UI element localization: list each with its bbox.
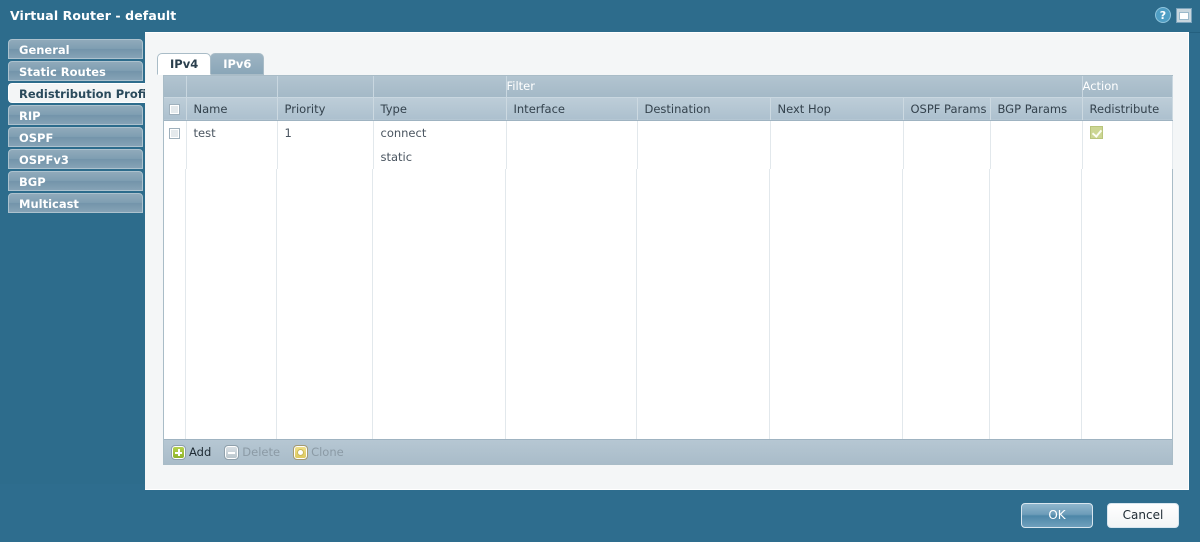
sidebar-item-static-routes[interactable]: Static Routes bbox=[8, 61, 143, 81]
cell-interface bbox=[506, 120, 638, 169]
tabstrip: IPv4 IPv6 bbox=[157, 53, 265, 75]
table-empty-area bbox=[164, 168, 1172, 439]
sidebar: General Static Routes Redistribution Pro… bbox=[0, 32, 147, 484]
sidebar-item-rip[interactable]: RIP bbox=[8, 105, 143, 125]
cell-redistribute bbox=[1082, 120, 1173, 169]
maximize-window-icon[interactable] bbox=[1176, 7, 1192, 23]
row-select-checkbox[interactable] bbox=[169, 127, 181, 139]
cell-ospf-params bbox=[903, 120, 991, 169]
table-header-row: Name Priority Type Interface Destination… bbox=[164, 97, 1173, 121]
select-all-header-cell[interactable] bbox=[164, 97, 187, 121]
window-title: Virtual Router - default bbox=[10, 8, 177, 23]
cell-name: test bbox=[186, 120, 278, 169]
column-header-next-hop[interactable]: Next Hop bbox=[770, 97, 904, 121]
table-group-header-row: Filter Action bbox=[164, 76, 1173, 98]
cell-next-hop bbox=[770, 120, 904, 169]
tab-ipv4[interactable]: IPv4 bbox=[157, 53, 212, 75]
table-toolbar: Add Delete Clone bbox=[164, 439, 1172, 464]
add-button[interactable]: Add bbox=[171, 444, 212, 460]
redistribute-enabled-icon bbox=[1089, 125, 1103, 139]
group-header-filter: Filter bbox=[506, 76, 1083, 98]
table-row[interactable]: test 1 connect static bbox=[164, 120, 1173, 169]
cell-type: connect static bbox=[373, 120, 507, 169]
cancel-button[interactable]: Cancel bbox=[1107, 503, 1179, 528]
group-header-blank-2 bbox=[186, 76, 278, 98]
content-panel: IPv4 IPv6 Filter Action Name Priority Ty… bbox=[145, 32, 1189, 490]
tab-ipv6[interactable]: IPv6 bbox=[210, 53, 265, 75]
delete-icon bbox=[224, 444, 240, 460]
sidebar-item-redistribution-profile[interactable]: Redistribution Profile bbox=[8, 83, 147, 103]
cell-priority: 1 bbox=[277, 120, 374, 169]
group-header-action: Action bbox=[1082, 76, 1173, 98]
add-button-label: Add bbox=[189, 445, 212, 459]
window-titlebar: Virtual Router - default ? bbox=[0, 0, 1200, 33]
sidebar-item-ospf[interactable]: OSPF bbox=[8, 127, 143, 147]
group-header-blank-3 bbox=[277, 76, 374, 98]
column-header-priority[interactable]: Priority bbox=[277, 97, 374, 121]
help-icon[interactable]: ? bbox=[1155, 7, 1171, 23]
cell-destination bbox=[637, 120, 771, 169]
dialog-footer: OK Cancel bbox=[0, 490, 1200, 542]
group-header-blank-1 bbox=[164, 76, 187, 98]
redistribution-profile-table-panel: Filter Action Name Priority Type Interfa… bbox=[163, 75, 1173, 465]
column-header-type[interactable]: Type bbox=[373, 97, 507, 121]
select-all-checkbox[interactable] bbox=[169, 103, 181, 115]
sidebar-item-multicast[interactable]: Multicast bbox=[8, 193, 143, 213]
titlebar-icon-group: ? bbox=[1155, 7, 1192, 23]
clone-button-label: Clone bbox=[311, 445, 344, 459]
clone-button[interactable]: Clone bbox=[293, 444, 344, 460]
delete-button-label: Delete bbox=[242, 445, 281, 459]
column-header-bgp-params[interactable]: BGP Params bbox=[990, 97, 1083, 121]
column-header-destination[interactable]: Destination bbox=[637, 97, 771, 121]
column-header-interface[interactable]: Interface bbox=[506, 97, 638, 121]
add-icon bbox=[171, 444, 186, 460]
sidebar-item-ospfv3[interactable]: OSPFv3 bbox=[8, 149, 143, 169]
column-header-name[interactable]: Name bbox=[186, 97, 278, 121]
cell-bgp-params bbox=[990, 120, 1083, 169]
ok-button[interactable]: OK bbox=[1021, 503, 1093, 528]
group-header-blank-4 bbox=[373, 76, 507, 98]
clone-icon bbox=[293, 444, 309, 460]
sidebar-item-bgp[interactable]: BGP bbox=[8, 171, 143, 191]
cell-type-line-1: connect bbox=[380, 125, 427, 140]
cell-type-line-2: static bbox=[380, 149, 413, 164]
redistribution-profile-table: Filter Action Name Priority Type Interfa… bbox=[164, 76, 1173, 169]
column-header-redistribute[interactable]: Redistribute bbox=[1082, 97, 1173, 121]
delete-button[interactable]: Delete bbox=[224, 444, 281, 460]
row-select-cell[interactable] bbox=[164, 120, 187, 169]
column-header-ospf-params[interactable]: OSPF Params bbox=[903, 97, 991, 121]
sidebar-item-general[interactable]: General bbox=[8, 39, 143, 59]
